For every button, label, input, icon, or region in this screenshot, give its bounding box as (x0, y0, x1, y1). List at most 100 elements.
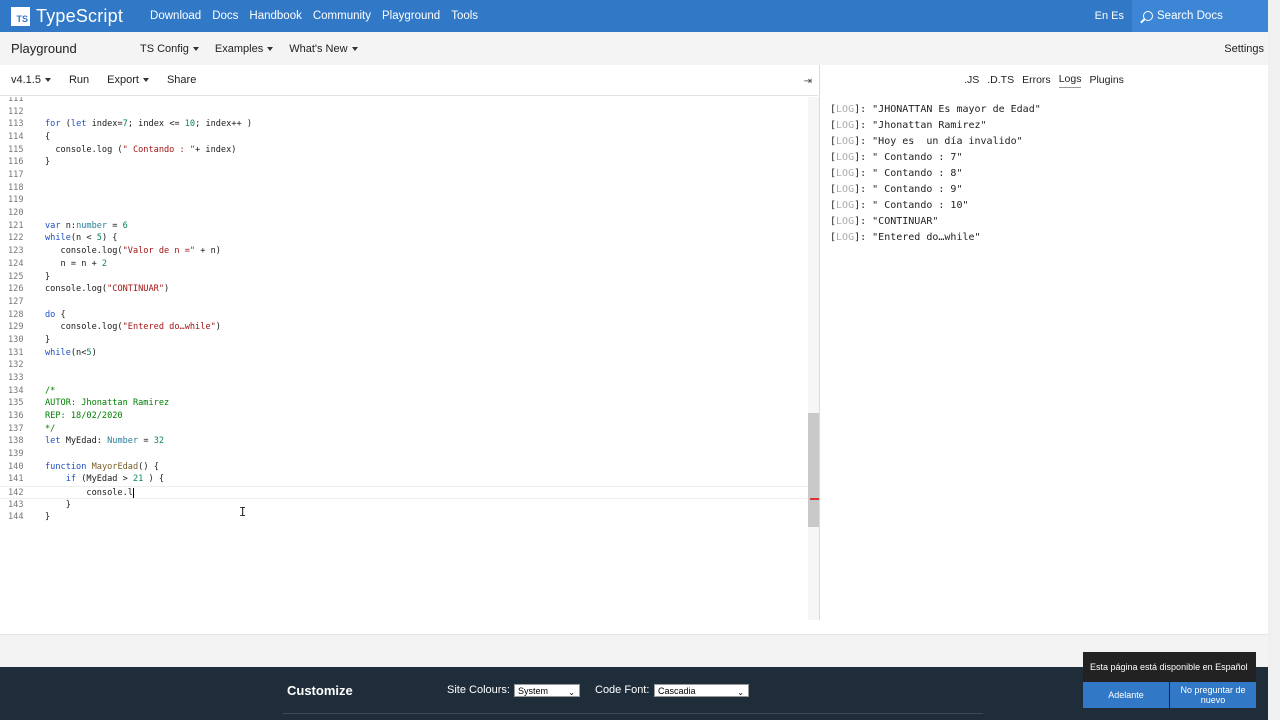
code-text[interactable]: } (45, 334, 50, 347)
tab-logs[interactable]: Logs (1058, 73, 1082, 88)
code-text[interactable]: } (45, 499, 71, 512)
code-text[interactable]: console.log (" Contando : "+ index) (45, 144, 236, 157)
code-text[interactable]: var n:number = 6 (45, 220, 128, 233)
code-line[interactable]: 129 console.log("Entered do…while") (0, 321, 808, 334)
whats-new-menu[interactable]: What's New (289, 43, 358, 55)
settings-link[interactable]: Settings (1224, 43, 1264, 55)
version-select[interactable]: v4.1.5 (11, 74, 51, 86)
code-text[interactable]: do { (45, 309, 66, 322)
code-line[interactable]: 131 while(n<5) (0, 347, 808, 360)
code-text[interactable]: console.log("Entered do…while") (45, 321, 221, 334)
editor-scrollbar-thumb[interactable] (808, 413, 819, 527)
nav-link-playground[interactable]: Playground (382, 10, 440, 22)
code-line[interactable]: 121 var n:number = 6 (0, 220, 808, 233)
tab-plugins[interactable]: Plugins (1089, 74, 1123, 88)
code-line[interactable]: 111 (0, 97, 808, 106)
code-line[interactable]: 119 (0, 194, 808, 207)
code-line[interactable]: 143 } (0, 499, 808, 512)
code-text[interactable]: if (MyEdad > 21 ) { (45, 473, 164, 486)
line-number: 120 (8, 208, 24, 219)
code-line[interactable]: 120 (0, 207, 808, 220)
nav-link-docs[interactable]: Docs (212, 10, 238, 22)
nav-link-tools[interactable]: Tools (451, 10, 478, 22)
toast-accept-button[interactable]: Adelante (1083, 682, 1169, 708)
code-text[interactable]: let MyEdad: Number = 32 (45, 435, 164, 448)
export-label: Export (107, 74, 139, 86)
ts-config-menu[interactable]: TS Config (140, 43, 199, 55)
code-line[interactable]: 136 REP: 18/02/2020 (0, 410, 808, 423)
code-text[interactable]: console.log("Valor de n =" + n) (45, 245, 221, 258)
code-line[interactable]: 125} (0, 271, 808, 284)
code-text[interactable]: } (45, 271, 50, 284)
nav-link-community[interactable]: Community (313, 10, 371, 22)
code-line[interactable]: 122 while(n < 5) { (0, 232, 808, 245)
code-text[interactable]: } (45, 156, 50, 169)
caret-down-icon (142, 78, 149, 82)
code-line[interactable]: 126 console.log("CONTINUAR") (0, 283, 808, 296)
code-line[interactable]: 112 (0, 106, 808, 119)
log-tag: LOG (836, 120, 855, 131)
code-line[interactable]: 132 (0, 359, 808, 372)
code-line[interactable]: 118 (0, 182, 808, 195)
code-line[interactable]: 117 (0, 169, 808, 182)
code-line[interactable]: 114 { (0, 131, 808, 144)
code-line[interactable]: 133 (0, 372, 808, 385)
log-message: "Entered do…while" (872, 232, 981, 243)
code-line[interactable]: 123 console.log("Valor de n =" + n) (0, 245, 808, 258)
tab-errors[interactable]: Errors (1022, 74, 1051, 88)
code-text[interactable]: while(n < 5) { (45, 232, 117, 245)
log-entry: [LOG]: "Entered do…while" (830, 232, 981, 243)
code-line[interactable]: 115 console.log (" Contando : "+ index) (0, 144, 808, 157)
nav-link-handbook[interactable]: Handbook (249, 10, 301, 22)
export-menu[interactable]: Export (107, 74, 149, 86)
code-line[interactable]: 134 /* (0, 385, 808, 398)
code-font-select[interactable]: Cascadia ⌄ (654, 684, 749, 697)
code-line[interactable]: 113 for (let index=7; index <= 10; index+… (0, 118, 808, 131)
code-text[interactable]: AUTOR: Jhonattan Ramirez (45, 397, 169, 410)
code-line[interactable]: 139 (0, 448, 808, 461)
language-switcher[interactable]: En Es (1095, 10, 1124, 22)
code-text[interactable]: console.log("CONTINUAR") (45, 283, 169, 296)
run-button[interactable]: Run (69, 74, 89, 86)
share-button[interactable]: Share (167, 74, 196, 86)
site-colours-select[interactable]: System ⌄ (514, 684, 580, 697)
code-line[interactable]: 124 n = n + 2 (0, 258, 808, 271)
log-entry: [LOG]: " Contando : 10" (830, 200, 969, 211)
caret-down-icon (267, 46, 274, 51)
code-line[interactable]: 130} (0, 334, 808, 347)
code-text[interactable]: } (45, 511, 50, 524)
tab-js[interactable]: .JS (964, 74, 979, 88)
code-editor[interactable]: 111 112 113 for (let index=7; index <= 10; … (0, 97, 808, 620)
pane-divider[interactable] (819, 65, 820, 620)
examples-menu[interactable]: Examples (215, 43, 274, 55)
version-label: v4.1.5 (11, 74, 41, 86)
code-text[interactable]: for (let index=7; index <= 10; index++ ) (45, 118, 252, 131)
code-text[interactable]: function MayorEdad() { (45, 461, 159, 474)
line-number: 132 (8, 360, 24, 371)
code-line[interactable]: 140 function MayorEdad() { (0, 461, 808, 474)
code-text[interactable]: */ (45, 423, 55, 436)
code-line[interactable]: 116} (0, 156, 808, 169)
code-line[interactable]: 128 do { (0, 309, 808, 322)
code-text[interactable]: n = n + 2 (45, 258, 108, 271)
code-line[interactable]: 142 console.l (0, 486, 808, 499)
search-docs-button[interactable]: Search Docs (1132, 0, 1268, 32)
code-line[interactable]: 141 if (MyEdad > 21 ) { (0, 473, 808, 486)
code-line[interactable]: 138 let MyEdad: Number = 32 (0, 435, 808, 448)
code-line[interactable]: 137 */ (0, 423, 808, 436)
code-text[interactable]: while(n<5) (45, 347, 97, 360)
code-text[interactable]: REP: 18/02/2020 (45, 410, 123, 423)
toast-dismiss-button[interactable]: No preguntar de nuevo (1170, 682, 1256, 708)
collapse-sidebar-icon[interactable]: ⇥ (804, 76, 812, 87)
code-text[interactable]: { (45, 131, 50, 144)
tab-dts[interactable]: .D.TS (987, 74, 1014, 88)
window-scrollbar-top (1268, 0, 1280, 32)
window-scrollbar[interactable] (1268, 32, 1280, 720)
code-line[interactable]: 127 (0, 296, 808, 309)
code-text[interactable]: /* (45, 385, 55, 398)
editor-scrollbar[interactable] (808, 97, 819, 620)
brand[interactable]: TS TypeScript (0, 0, 123, 32)
nav-link-download[interactable]: Download (150, 10, 201, 22)
code-line[interactable]: 135 AUTOR: Jhonattan Ramirez (0, 397, 808, 410)
code-line[interactable]: 144} (0, 511, 808, 524)
